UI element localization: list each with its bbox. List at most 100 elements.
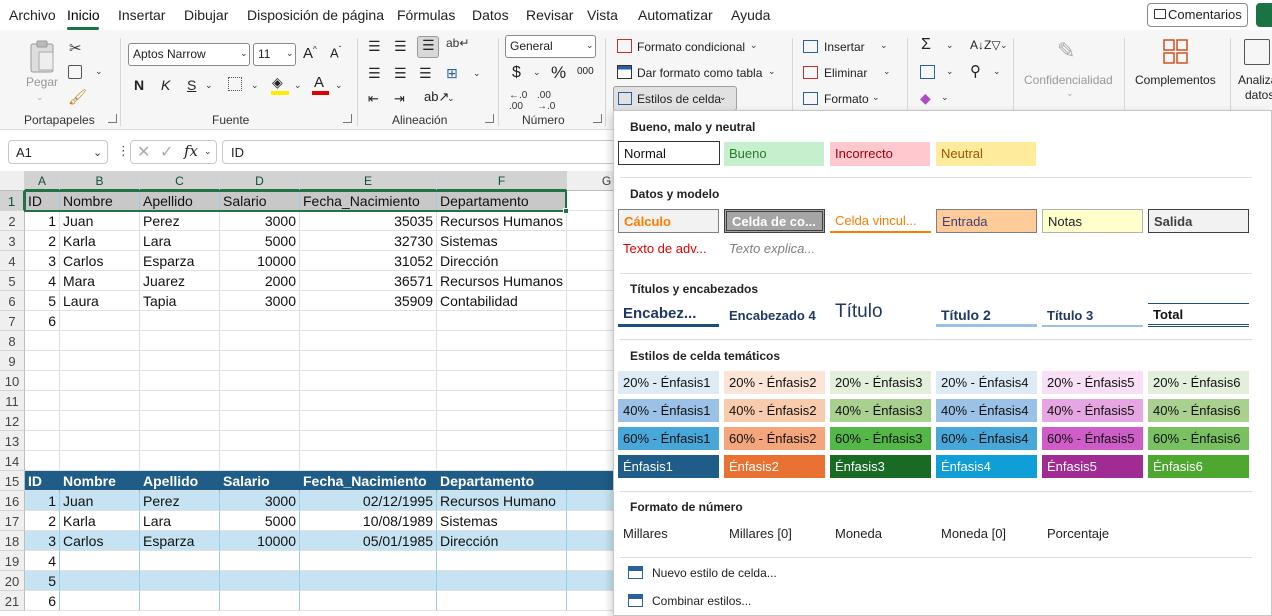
style-moneda-0[interactable]: Moneda [0] <box>936 522 1037 546</box>
chevron-down-icon[interactable]: ⌄ <box>946 40 954 51</box>
cell[interactable]: Carlos <box>60 531 140 551</box>
style-calculo[interactable]: Cálculo <box>618 209 719 233</box>
cell[interactable] <box>437 391 567 411</box>
decrease-font-icon[interactable]: Aˇ <box>330 45 341 60</box>
format-button[interactable]: Formato <box>824 92 869 106</box>
cell[interactable] <box>300 391 437 411</box>
style-theme20-5[interactable]: 20% - Énfasis5 <box>1042 371 1143 394</box>
style-salida[interactable]: Salida <box>1148 209 1249 233</box>
style-theme20-3[interactable]: 20% - Énfasis3 <box>830 371 931 394</box>
style-moneda[interactable]: Moneda <box>830 522 931 546</box>
style-theme20-1[interactable]: 20% - Énfasis1 <box>618 371 719 394</box>
chevron-down-icon[interactable]: ⌄ <box>768 66 776 77</box>
style-theme60-5[interactable]: 60% - Énfasis5 <box>1042 427 1143 450</box>
cell[interactable] <box>220 391 300 411</box>
cell[interactable] <box>437 551 567 571</box>
column-header-d[interactable]: D <box>220 171 300 191</box>
cell[interactable]: 1 <box>25 491 60 511</box>
menu-vista[interactable]: Vista <box>587 7 618 23</box>
cell[interactable] <box>60 571 140 591</box>
number-format-combo[interactable]: General <box>505 35 596 58</box>
style-theme40-3[interactable]: 40% - Énfasis3 <box>830 399 931 422</box>
row-header[interactable]: 1 <box>0 191 25 211</box>
enter-icon[interactable]: ✓ <box>160 142 173 162</box>
increase-decimal-icon[interactable]: ←.0.00 <box>509 90 527 112</box>
row-header[interactable]: 2 <box>0 211 25 231</box>
cell[interactable]: 35035 <box>300 211 437 231</box>
merge-center-icon[interactable]: ⊞ <box>446 65 458 82</box>
style-titulo[interactable]: Título <box>830 299 931 327</box>
increase-font-icon[interactable]: A^ <box>303 45 317 62</box>
cell[interactable]: Carlos <box>60 251 140 271</box>
menu-formulas[interactable]: Fórmulas <box>397 7 455 23</box>
chevron-down-icon[interactable]: ⌄ <box>872 92 880 103</box>
cell[interactable] <box>140 591 220 611</box>
style-accents-6[interactable]: Énfasis6 <box>1148 455 1249 478</box>
style-encabezado-4[interactable]: Encabezado 4 <box>724 303 825 327</box>
chevron-down-icon[interactable]: ⌄ <box>240 48 248 59</box>
select-all-corner[interactable] <box>0 171 25 191</box>
row-header[interactable]: 11 <box>0 391 25 411</box>
cell[interactable]: Apellido <box>140 471 220 491</box>
cell[interactable] <box>220 451 300 471</box>
cell[interactable] <box>300 311 437 331</box>
more-options-icon[interactable]: ⋮ <box>117 143 130 159</box>
chevron-down-icon[interactable]: ⌄ <box>946 66 954 77</box>
cell[interactable] <box>220 551 300 571</box>
chevron-down-icon[interactable]: ⌄ <box>95 66 103 77</box>
cell[interactable]: Recursos Humanos <box>437 211 567 231</box>
cell[interactable] <box>300 371 437 391</box>
font-name-combo[interactable]: Aptos Narrow <box>128 43 250 66</box>
fill-color-icon[interactable]: ◈ <box>272 74 283 91</box>
formula-input[interactable]: ID <box>222 140 617 164</box>
chevron-down-icon[interactable]: ⌄ <box>941 92 949 103</box>
menu-datos[interactable]: Datos <box>472 7 509 23</box>
style-millares[interactable]: Millares <box>618 522 719 546</box>
style-accents-5[interactable]: Énfasis5 <box>1042 455 1143 478</box>
fill-handle[interactable] <box>563 208 569 214</box>
cell[interactable]: Lara <box>140 231 220 251</box>
decrease-indent-icon[interactable]: ⇤ <box>368 91 379 107</box>
cell[interactable]: Esparza <box>140 251 220 271</box>
cell[interactable] <box>567 331 615 351</box>
cell[interactable]: 5 <box>25 291 60 311</box>
style-bueno[interactable]: Bueno <box>724 142 824 166</box>
cell[interactable]: 36571 <box>300 271 437 291</box>
chevron-down-icon[interactable]: ⌄ <box>205 80 213 91</box>
menu-disposicion[interactable]: Disposición de página <box>247 7 384 23</box>
cell[interactable]: 3000 <box>220 291 300 311</box>
format-as-table-button[interactable]: Dar formato como tabla <box>637 66 762 80</box>
cell[interactable] <box>567 531 615 551</box>
cell[interactable]: 2000 <box>220 271 300 291</box>
paste-label[interactable]: Pegar <box>26 75 58 89</box>
style-millares-0[interactable]: Millares [0] <box>724 522 825 546</box>
cell[interactable] <box>25 431 60 451</box>
cell[interactable]: ID <box>25 471 60 491</box>
chevron-down-icon[interactable]: ⌄ <box>93 146 102 159</box>
cell[interactable]: 6 <box>25 591 60 611</box>
cell[interactable] <box>567 231 615 251</box>
cell[interactable]: 5000 <box>220 231 300 251</box>
cell-styles-button[interactable]: Estilos de celda ⌄ <box>613 86 737 111</box>
cell[interactable]: Mara <box>60 271 140 291</box>
cell[interactable] <box>437 571 567 591</box>
worksheet-grid[interactable]: A B C D E F G 1 2 3 4 5 6 7 8 9 10 11 12 13 14 15 16 17 1… <box>0 171 647 616</box>
row-header[interactable]: 8 <box>0 331 25 351</box>
row-header[interactable]: 14 <box>0 451 25 471</box>
clear-icon[interactable]: ◆ <box>920 90 931 107</box>
cell[interactable] <box>567 351 615 371</box>
underline-button[interactable]: S <box>187 77 196 93</box>
chevron-down-icon[interactable]: ⌄ <box>750 40 758 51</box>
cell[interactable] <box>567 451 615 471</box>
style-incorrecto[interactable]: Incorrecto <box>830 142 930 166</box>
cell[interactable] <box>300 591 437 611</box>
cell[interactable]: Esparza <box>140 531 220 551</box>
style-theme40-5[interactable]: 40% - Énfasis5 <box>1042 399 1143 422</box>
font-color-icon[interactable]: A <box>314 74 324 91</box>
cell[interactable] <box>220 591 300 611</box>
cell[interactable]: 05/01/1985 <box>300 531 437 551</box>
cell[interactable]: Perez <box>140 491 220 511</box>
cell[interactable] <box>567 471 615 491</box>
style-total[interactable]: Total <box>1148 303 1249 327</box>
cell[interactable] <box>567 311 615 331</box>
